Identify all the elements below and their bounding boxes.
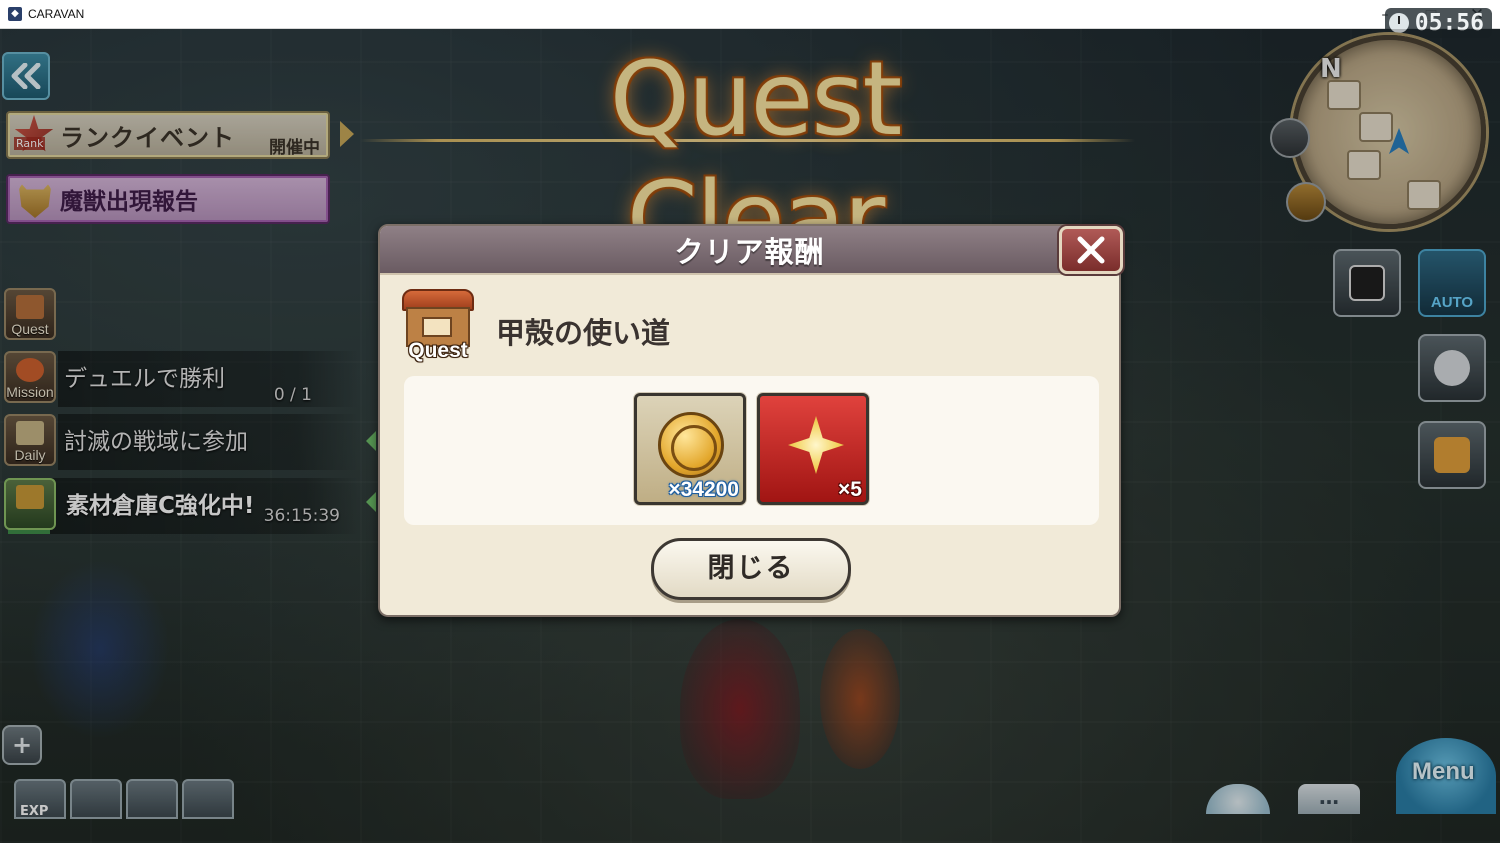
close-icon [1077, 236, 1105, 264]
daily-row[interactable]: 討滅の戦域に参加 [58, 414, 358, 470]
mission-icon-label: Mission [6, 384, 54, 400]
clear-reward-dialog: クリア報酬 Quest 甲殻の使い道 ×34200 ×5 閉じる [378, 224, 1121, 617]
daily-title: 討滅の戦域に参加 [64, 429, 248, 455]
auto-label: AUTO [1430, 294, 1474, 311]
reward-quantity: ×5 [838, 478, 862, 501]
storage-row[interactable]: 素材倉庫C強化中! 36:15:39 [8, 478, 358, 534]
dialog-close-x-button[interactable] [1059, 226, 1123, 274]
close-dialog-button[interactable]: 閉じる [651, 538, 851, 600]
mission-icon [16, 358, 44, 382]
companion-button[interactable] [1286, 182, 1326, 222]
player-character [680, 619, 800, 799]
map-marker [1359, 112, 1393, 142]
daily-arrow-icon [366, 431, 376, 451]
mission-row[interactable]: デュエルで勝利 0 / 1 [58, 351, 358, 407]
quest-menu-button[interactable]: Quest [4, 288, 56, 340]
quest-house-icon [16, 295, 44, 319]
reward-item-crystal[interactable]: ×5 [757, 393, 869, 505]
monster-report-label: 魔獣出現報告 [60, 189, 198, 215]
plus-icon: + [11, 731, 33, 759]
rank-tag: Rank [14, 137, 46, 150]
storage-button[interactable] [4, 478, 56, 530]
menu-label: Menu [1412, 758, 1475, 785]
dialog-title: クリア報酬 [674, 235, 825, 269]
mission-progress: 0 / 1 [273, 385, 312, 405]
window-titlebar: ◆ CARAVAN – □ ✕ [0, 0, 1500, 29]
app-logo-icon: ◆ [8, 7, 22, 21]
daily-icon-label: Daily [14, 447, 46, 463]
map-marker [1407, 180, 1441, 210]
banner-arrow-icon [340, 121, 354, 147]
quest-menu-label: Quest [11, 321, 49, 337]
exp-label: EXP [20, 804, 49, 819]
background-effect [30, 559, 170, 739]
ladder-button[interactable] [182, 779, 234, 819]
camera-icon [1349, 265, 1385, 301]
clock-display: 05:56 [1384, 8, 1492, 38]
shield-button[interactable] [70, 779, 122, 819]
chat-button[interactable]: … [1298, 784, 1360, 814]
quest-window-icon [422, 317, 452, 337]
mail-icon [1434, 437, 1470, 473]
map-marker [1347, 150, 1381, 180]
monster-report-banner[interactable]: 魔獣出現報告 [6, 174, 330, 224]
quest-badge: Quest [400, 289, 476, 367]
party-icon [1434, 350, 1470, 386]
gold-coin-icon [658, 412, 724, 478]
potion-button[interactable] [126, 779, 178, 819]
quest-badge-label: Quest [408, 339, 468, 362]
mail-button[interactable] [1418, 421, 1486, 489]
north-indicator: N [1320, 54, 1342, 84]
storage-title: 素材倉庫C強化中! [66, 493, 255, 519]
rank-event-banner[interactable]: ランクイベント 開催中 [6, 111, 330, 159]
clock-time: 05:56 [1414, 10, 1484, 36]
window-title: CARAVAN [28, 7, 85, 21]
double-chevron-left-icon [11, 63, 41, 89]
mission-title: デュエルで勝利 [64, 366, 225, 392]
storage-arrow-icon [366, 492, 376, 512]
add-button[interactable]: + [2, 725, 42, 765]
map-toggle-button[interactable] [1270, 118, 1310, 158]
mission-button[interactable]: Mission [4, 351, 56, 403]
map-marker [1327, 80, 1361, 110]
clock-icon [1388, 13, 1409, 33]
reward-panel: ×34200 ×5 [404, 376, 1099, 525]
star-crystal-icon [788, 416, 844, 474]
storage-timer: 36:15:39 [263, 506, 340, 526]
dialog-header: クリア報酬 [380, 226, 1119, 275]
reward-quantity: ×34200 [668, 478, 739, 501]
reward-item-gold[interactable]: ×34200 [634, 393, 746, 505]
rank-event-status: 開催中 [269, 138, 320, 158]
rank-event-label: ランクイベント [60, 123, 235, 152]
daily-button[interactable]: Daily [4, 414, 56, 466]
auto-button[interactable]: AUTO [1418, 249, 1486, 317]
quest-name: 甲殻の使い道 [496, 316, 671, 350]
daily-scroll-icon [16, 421, 44, 445]
beast-mask-icon [18, 180, 52, 218]
party-button[interactable] [1418, 334, 1486, 402]
camera-button[interactable] [1333, 249, 1401, 317]
fire-effect [820, 629, 900, 769]
treasure-chest-icon [16, 485, 44, 509]
back-button[interactable] [2, 52, 50, 100]
